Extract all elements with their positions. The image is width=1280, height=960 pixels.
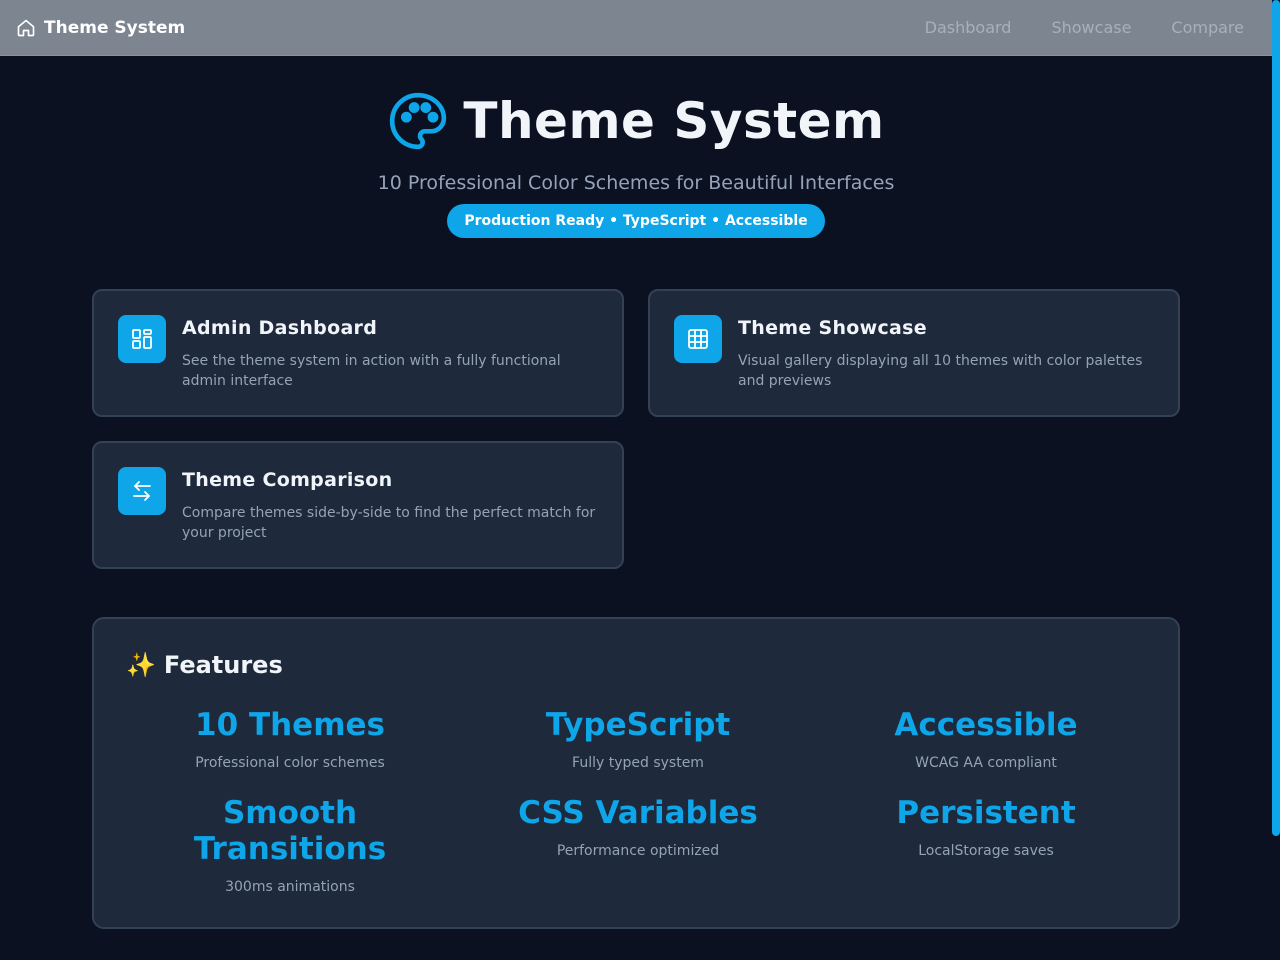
top-navbar: Theme System Dashboard Showcase Compare [0,0,1272,56]
feature-description: 300ms animations [225,879,355,895]
feature-description: WCAG AA compliant [915,755,1057,771]
palette-icon [390,92,447,150]
page-title: Theme System [463,92,885,150]
feature-title: Persistent [896,795,1076,831]
card-icon-container [118,467,166,515]
nav-links: Dashboard Showcase Compare [925,18,1256,37]
feature-item: Persistent LocalStorage saves [812,795,1160,859]
feature-title: Accessible [894,707,1078,743]
feature-item: TypeScript Fully typed system [464,707,812,771]
feature-item: Smooth Transitions 300ms animations [116,795,464,895]
features-heading: ✨ Features [126,651,283,679]
card-description: Visual gallery displaying all 10 themes … [738,353,1143,389]
swap-arrows-icon [133,481,151,501]
feature-title: TypeScript [545,707,731,743]
feature-title: Smooth Transitions [193,795,387,867]
card-title: Theme Comparison [182,469,393,491]
feature-title: CSS Variables [518,795,758,831]
feature-item: 10 Themes Professional color schemes [116,707,464,771]
hero-title-row: Theme System [0,90,1272,152]
card-title: Admin Dashboard [182,317,378,339]
feature-description: LocalStorage saves [918,843,1054,859]
hero-subtitle: 10 Professional Color Schemes for Beauti… [377,172,895,194]
home-icon [17,19,35,36]
feature-description: Performance optimized [556,843,720,859]
card-text: Theme Comparison Compare themes side-by-… [182,467,598,543]
card-theme-comparison[interactable]: Theme Comparison Compare themes side-by-… [92,441,624,569]
feature-title: 10 Themes [195,707,385,743]
scrollbar-thumb[interactable] [1272,0,1280,836]
feature-description: Fully typed system [572,755,704,771]
card-theme-showcase[interactable]: Theme Showcase Visual gallery displaying… [648,289,1180,417]
nav-link-showcase[interactable]: Showcase [1051,18,1131,37]
status-badge: Production Ready • TypeScript • Accessib… [447,204,825,238]
card-icon-container [674,315,722,363]
nav-link-compare[interactable]: Compare [1171,18,1244,37]
card-text: Theme Showcase Visual gallery displaying… [738,315,1154,391]
dashboard-icon [132,329,152,349]
card-description: See the theme system in action with a fu… [182,353,561,389]
card-icon-container [118,315,166,363]
sparkles-icon: ✨ [126,651,156,679]
nav-link-dashboard[interactable]: Dashboard [925,18,1012,37]
feature-description: Professional color schemes [195,755,385,771]
feature-item: CSS Variables Performance optimized [464,795,812,859]
card-text: Admin Dashboard See the theme system in … [182,315,598,391]
feature-item: Accessible WCAG AA compliant [812,707,1160,771]
brand-name: Theme System [44,17,186,38]
grid-icon [688,329,708,349]
card-admin-dashboard[interactable]: Admin Dashboard See the theme system in … [92,289,624,417]
features-heading-text: Features [163,651,283,679]
hero-section: Theme System 10 Professional Color Schem… [0,56,1272,238]
brand-link[interactable]: Theme System [16,18,185,38]
card-description: Compare themes side-by-side to find the … [182,505,596,541]
card-title: Theme Showcase [738,317,927,339]
features-panel: ✨ Features 10 Themes Professional color … [92,617,1180,929]
